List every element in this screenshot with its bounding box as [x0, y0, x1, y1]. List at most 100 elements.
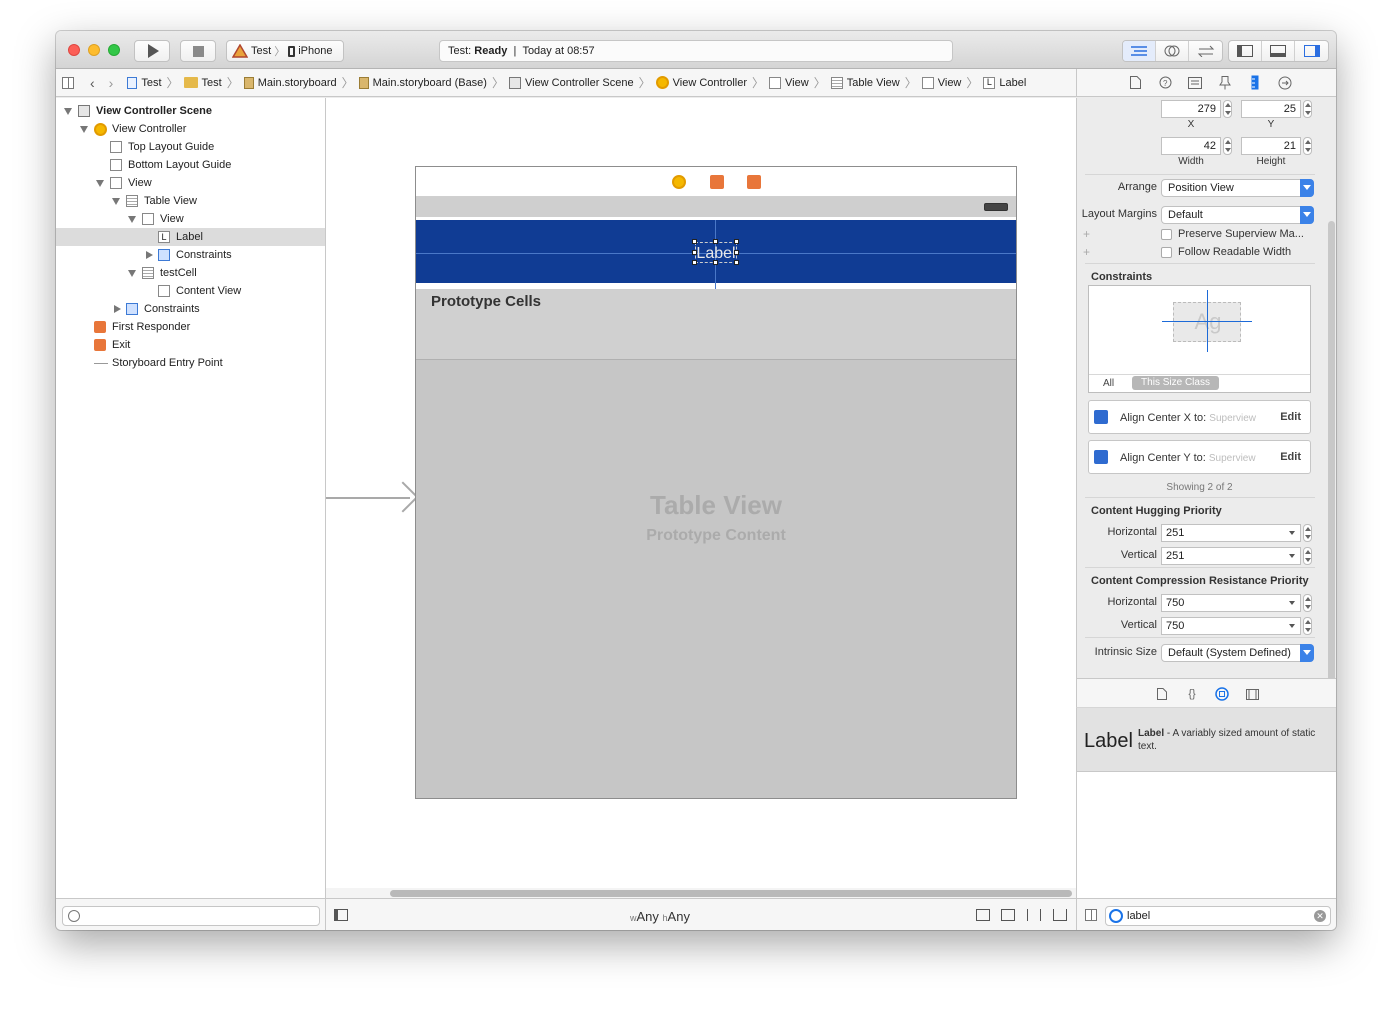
- outline-row[interactable]: Bottom Layout Guide: [56, 156, 325, 174]
- library-filter-input[interactable]: label ✕: [1105, 906, 1331, 926]
- breadcrumb-item-8[interactable]: View: [920, 76, 964, 89]
- canvas-horizontal-scrollbar[interactable]: [326, 888, 1076, 898]
- disclosure-open-icon[interactable]: [64, 108, 72, 115]
- breadcrumb-item-5[interactable]: View Controller: [654, 76, 749, 89]
- back-chevron-icon[interactable]: ‹: [90, 75, 95, 91]
- stop-button[interactable]: [180, 40, 216, 62]
- assistant-editor-button[interactable]: [1156, 41, 1189, 61]
- height-field[interactable]: 21: [1241, 137, 1301, 155]
- compression-horizontal-stepper[interactable]: [1303, 594, 1312, 612]
- align-icon[interactable]: [1001, 909, 1015, 921]
- outline-row[interactable]: Storyboard Entry Point: [56, 354, 325, 372]
- disclosure-open-icon[interactable]: [112, 198, 120, 205]
- outline-row[interactable]: Constraints: [56, 300, 325, 318]
- breadcrumb-item-2[interactable]: Main.storyboard: [242, 76, 339, 89]
- exit-icon[interactable]: [747, 175, 761, 189]
- scheme-selector[interactable]: Test 〉 iPhone: [226, 40, 344, 62]
- outline-row[interactable]: testCell: [56, 264, 325, 282]
- arrange-popup[interactable]: Position View: [1161, 179, 1314, 197]
- size-inspector-tab[interactable]: [1247, 75, 1263, 91]
- table-header-view[interactable]: Label: [416, 217, 1016, 292]
- standard-editor-button[interactable]: [1123, 41, 1156, 61]
- scrollbar-thumb[interactable]: [390, 890, 1072, 897]
- zoom-window-button[interactable]: [108, 44, 120, 56]
- version-editor-button[interactable]: [1189, 41, 1222, 61]
- resize-handle[interactable]: [692, 239, 697, 244]
- outline-filter-input[interactable]: [62, 906, 320, 926]
- resize-handle[interactable]: [692, 260, 697, 265]
- breadcrumb-item-7[interactable]: Table View: [829, 76, 902, 89]
- outline-row[interactable]: View: [56, 210, 325, 228]
- width-stepper[interactable]: [1223, 137, 1232, 155]
- disclosure-open-icon[interactable]: [128, 216, 136, 223]
- outline-row[interactable]: Table View: [56, 192, 325, 210]
- breadcrumb-item-0[interactable]: Test: [125, 76, 163, 89]
- identity-inspector-tab[interactable]: [1187, 75, 1203, 91]
- y-stepper[interactable]: [1303, 100, 1312, 118]
- disclosure-closed-icon[interactable]: [146, 251, 153, 259]
- resize-handle[interactable]: [713, 239, 718, 244]
- x-stepper[interactable]: [1223, 100, 1232, 118]
- hugging-vertical-stepper[interactable]: [1303, 547, 1312, 565]
- resize-handle[interactable]: [692, 250, 697, 255]
- breadcrumb-item-3[interactable]: Main.storyboard (Base): [357, 76, 489, 89]
- storyboard-canvas[interactable]: Label Prototype Cells Table View Prototy…: [326, 98, 1076, 888]
- breadcrumb-item-9[interactable]: L Label: [981, 76, 1028, 89]
- disclosure-closed-icon[interactable]: [114, 305, 121, 313]
- plus-icon[interactable]: +: [1083, 227, 1090, 241]
- breadcrumb-item-1[interactable]: Test: [182, 77, 224, 89]
- toggle-debug-area-button[interactable]: [1262, 41, 1295, 61]
- grid-view-icon[interactable]: [1085, 909, 1097, 921]
- object-library-tab[interactable]: [1215, 687, 1229, 701]
- close-window-button[interactable]: [68, 44, 80, 56]
- y-field[interactable]: 25: [1241, 100, 1301, 118]
- view-controller-icon[interactable]: [672, 175, 686, 189]
- constraint-item[interactable]: Align Center X to: Superview Edit: [1088, 400, 1311, 434]
- hugging-horizontal-field[interactable]: 251: [1161, 524, 1301, 542]
- outline-row[interactable]: View Controller: [56, 120, 325, 138]
- disclosure-open-icon[interactable]: [96, 180, 104, 187]
- inspector-scrollbar-thumb[interactable]: [1328, 221, 1335, 678]
- resolve-auto-layout-icon[interactable]: [1053, 909, 1067, 921]
- constraints-tab-all[interactable]: All: [1103, 378, 1114, 389]
- compression-horizontal-field[interactable]: 750: [1161, 594, 1301, 612]
- media-library-tab[interactable]: [1245, 687, 1259, 701]
- outline-row[interactable]: Exit: [56, 336, 325, 354]
- file-inspector-tab[interactable]: [1127, 75, 1143, 91]
- quick-help-tab[interactable]: ?: [1157, 75, 1173, 91]
- resize-handle[interactable]: [734, 239, 739, 244]
- code-snippet-library-tab[interactable]: {}: [1185, 687, 1199, 701]
- forward-chevron-icon[interactable]: ›: [109, 75, 114, 91]
- related-items-icon[interactable]: [62, 76, 74, 89]
- constraint-item[interactable]: Align Center Y to: Superview Edit: [1088, 440, 1311, 474]
- resize-handle[interactable]: [734, 250, 739, 255]
- breadcrumb-item-4[interactable]: View Controller Scene: [507, 76, 636, 89]
- pin-icon[interactable]: [1027, 909, 1041, 921]
- clear-icon[interactable]: ✕: [1314, 910, 1326, 922]
- outline-row[interactable]: View Controller Scene: [56, 102, 325, 120]
- plus-icon[interactable]: +: [1083, 245, 1090, 259]
- hugging-horizontal-stepper[interactable]: [1303, 524, 1312, 542]
- compression-vertical-stepper[interactable]: [1303, 617, 1312, 635]
- disclosure-open-icon[interactable]: [80, 126, 88, 133]
- attributes-inspector-tab[interactable]: [1217, 75, 1233, 91]
- width-field[interactable]: 42: [1161, 137, 1221, 155]
- minimize-window-button[interactable]: [88, 44, 100, 56]
- disclosure-open-icon[interactable]: [128, 270, 136, 277]
- library-item-label[interactable]: Label Label - A variably sized amount of…: [1076, 708, 1336, 772]
- constraints-tab-size-class[interactable]: This Size Class: [1132, 376, 1219, 390]
- run-button[interactable]: [134, 40, 170, 62]
- toggle-navigator-button[interactable]: [1229, 41, 1262, 61]
- layout-margins-popup[interactable]: Default: [1161, 206, 1314, 224]
- prototype-cell[interactable]: Prototype Cells: [416, 289, 1016, 360]
- edit-constraint-button[interactable]: Edit: [1280, 451, 1301, 463]
- edit-constraint-button[interactable]: Edit: [1280, 411, 1301, 423]
- stack-icon[interactable]: [976, 909, 990, 921]
- outline-row[interactable]: Content View: [56, 282, 325, 300]
- outline-row[interactable]: Constraints: [56, 246, 325, 264]
- toggle-utilities-button[interactable]: [1295, 41, 1328, 61]
- height-stepper[interactable]: [1303, 137, 1312, 155]
- x-field[interactable]: 279: [1161, 100, 1221, 118]
- resize-handle[interactable]: [713, 260, 718, 265]
- connections-inspector-tab[interactable]: [1277, 75, 1293, 91]
